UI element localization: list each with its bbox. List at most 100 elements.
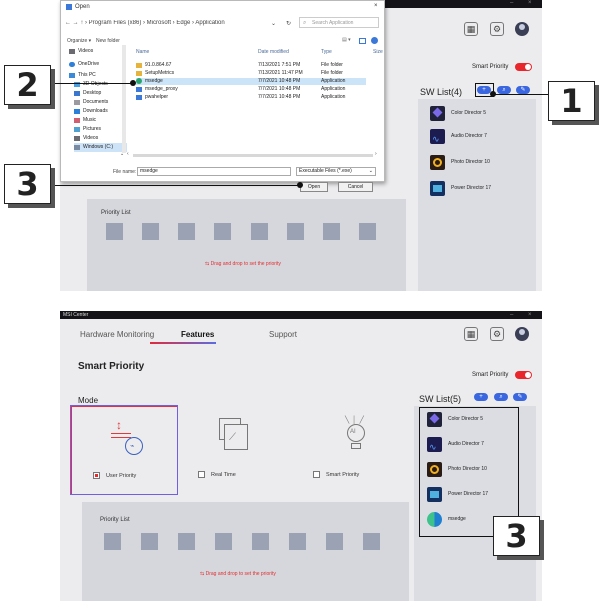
file-type-select[interactable]: Executable Files (*.exe) ⌄ <box>296 167 376 176</box>
active-tab-underline <box>150 342 216 344</box>
sw-item[interactable]: Color Director 5 <box>427 411 483 427</box>
avatar[interactable] <box>515 22 529 36</box>
tree-scrollbar[interactable] <box>122 45 126 153</box>
color-director-icon <box>427 411 442 427</box>
file-row[interactable]: SetupMetrics 7/13/2021 11:47 PM File fol… <box>136 70 366 77</box>
file-name-label: File name: <box>113 169 137 175</box>
tab-hardware-monitoring[interactable]: Hardware Monitoring <box>80 330 154 339</box>
smart-priority-toggle[interactable] <box>515 63 532 71</box>
priority-slot[interactable] <box>142 223 159 240</box>
scroll-left-icon[interactable]: ‹ <box>127 151 129 157</box>
priority-slot[interactable] <box>215 533 232 550</box>
minimize-button[interactable]: – <box>510 0 513 6</box>
mode-user-priority[interactable]: ↕ ⌁ User Priority <box>70 405 178 495</box>
new-folder-button[interactable]: New folder <box>96 38 120 44</box>
file-name-input[interactable]: msedge <box>137 167 291 176</box>
tree-item[interactable]: This PC <box>69 71 127 80</box>
user-priority-label: User Priority <box>106 472 137 479</box>
col-size[interactable]: Size <box>373 49 383 56</box>
sw-item[interactable]: ∿ Audio Director 7 <box>430 128 487 144</box>
sw-item[interactable]: Photo Director 10 <box>430 154 490 170</box>
tree-item[interactable]: Music <box>74 116 127 125</box>
address-bar[interactable]: ← → ↑ › Program Files (x86) › Microsoft … <box>65 20 285 26</box>
help-icon[interactable] <box>371 37 378 44</box>
grid-icon[interactable]: ▦ <box>464 22 478 36</box>
tree-item[interactable]: Desktop <box>74 89 127 98</box>
horizontal-scrollbar[interactable] <box>133 154 373 157</box>
priority-slot[interactable] <box>104 533 121 550</box>
tree-item[interactable]: Videos <box>74 134 127 143</box>
search-button[interactable]: ⌕ <box>494 393 508 401</box>
priority-slot[interactable] <box>363 533 380 550</box>
tree-item[interactable]: Videos <box>69 47 127 56</box>
sw-item[interactable]: Photo Director 10 <box>427 461 487 477</box>
gear-icon[interactable]: ⚙ <box>490 22 504 36</box>
search-field[interactable]: ⌕ Search Application <box>299 17 379 28</box>
search-button[interactable]: ⌕ <box>497 86 511 94</box>
sw-item[interactable]: Power Director 17 <box>430 180 491 196</box>
sw-item[interactable]: Color Director 5 <box>430 105 486 121</box>
add-button[interactable]: + <box>474 393 488 401</box>
file-row[interactable]: pwahelper 7/7/2021 10:48 PM Application <box>136 94 366 101</box>
open-file-dialog: Open × ← → ↑ › Program Files (x86) › Mic… <box>60 0 385 182</box>
priority-slot[interactable] <box>106 223 123 240</box>
file-row[interactable]: 91.0.864.67 7/13/2021 7:51 PM File folde… <box>136 62 366 69</box>
tree-item[interactable]: 3D Objects <box>74 80 127 89</box>
close-button[interactable]: × <box>528 311 532 319</box>
priority-slot[interactable] <box>251 223 268 240</box>
tab-support[interactable]: Support <box>269 330 297 339</box>
view-options-icon[interactable]: ▤ ▾ <box>342 37 351 43</box>
folder-icon <box>136 63 142 68</box>
power-director-icon <box>430 180 445 196</box>
priority-slot[interactable] <box>141 533 158 550</box>
dialog-close-icon[interactable]: × <box>374 3 378 9</box>
sw-item[interactable]: ∿ Audio Director 7 <box>427 436 484 452</box>
col-date[interactable]: Date modified <box>258 49 289 56</box>
user-priority-checkbox[interactable] <box>93 472 100 479</box>
priority-slot[interactable] <box>178 533 195 550</box>
tree-item[interactable]: Documents <box>74 98 127 107</box>
tree-item[interactable]: Pictures <box>74 125 127 134</box>
grid-icon[interactable]: ▦ <box>464 327 478 341</box>
real-time-checkbox[interactable] <box>198 471 205 478</box>
col-type[interactable]: Type <box>321 49 332 56</box>
smart-priority-toggle[interactable] <box>515 371 532 379</box>
priority-slot[interactable] <box>214 223 231 240</box>
gear-icon[interactable]: ⚙ <box>490 327 504 341</box>
file-row-selected[interactable]: msedge 7/7/2021 10:48 PM Application <box>136 78 366 85</box>
refresh-icon[interactable]: ↻ <box>286 20 291 27</box>
scroll-right-icon[interactable]: › <box>375 151 377 157</box>
dropdown-icon[interactable]: ⌄ <box>271 20 276 27</box>
mode-smart-priority[interactable]: AI ╲│╱ Smart Priority <box>310 405 418 495</box>
tree-item[interactable]: OneDrive <box>69 60 127 69</box>
tree-item[interactable]: Downloads <box>74 107 127 116</box>
smart-priority-checkbox[interactable] <box>313 471 320 478</box>
close-button[interactable]: × <box>528 0 532 6</box>
priority-slot[interactable] <box>289 533 306 550</box>
organize-menu[interactable]: Organize ▾ <box>67 38 91 44</box>
col-name[interactable]: Name <box>136 49 149 56</box>
preview-pane-icon[interactable] <box>359 38 366 44</box>
file-row[interactable]: msedge_proxy 7/7/2021 10:48 PM Applicati… <box>136 86 366 93</box>
avatar[interactable] <box>515 327 529 341</box>
open-button[interactable]: Open <box>300 182 328 192</box>
mode-real-time[interactable]: ⟋ Real Time <box>186 405 294 495</box>
dialog-app-icon <box>66 4 72 10</box>
priority-slot[interactable] <box>326 533 343 550</box>
sw-item[interactable]: Power Director 17 <box>427 486 488 502</box>
tab-features[interactable]: Features <box>181 330 214 339</box>
priority-slot[interactable] <box>323 223 340 240</box>
tree-expand-icon[interactable]: ⌄ <box>120 151 124 157</box>
priority-slot[interactable] <box>178 223 195 240</box>
minimize-button[interactable]: – <box>510 311 513 319</box>
priority-slot[interactable] <box>252 533 269 550</box>
sw-item[interactable]: msedge <box>427 511 466 527</box>
priority-slot[interactable] <box>359 223 376 240</box>
smart-priority-label: Smart Priority <box>472 372 509 378</box>
edit-button[interactable]: ✎ <box>516 86 530 94</box>
cancel-button[interactable]: Cancel <box>338 182 373 192</box>
priority-slot[interactable] <box>287 223 304 240</box>
sw-list-title: SW List(4) <box>420 87 463 97</box>
edit-button[interactable]: ✎ <box>513 393 527 401</box>
sw-list-panel: Color Director 5 ∿ Audio Director 7 Phot… <box>418 99 536 291</box>
